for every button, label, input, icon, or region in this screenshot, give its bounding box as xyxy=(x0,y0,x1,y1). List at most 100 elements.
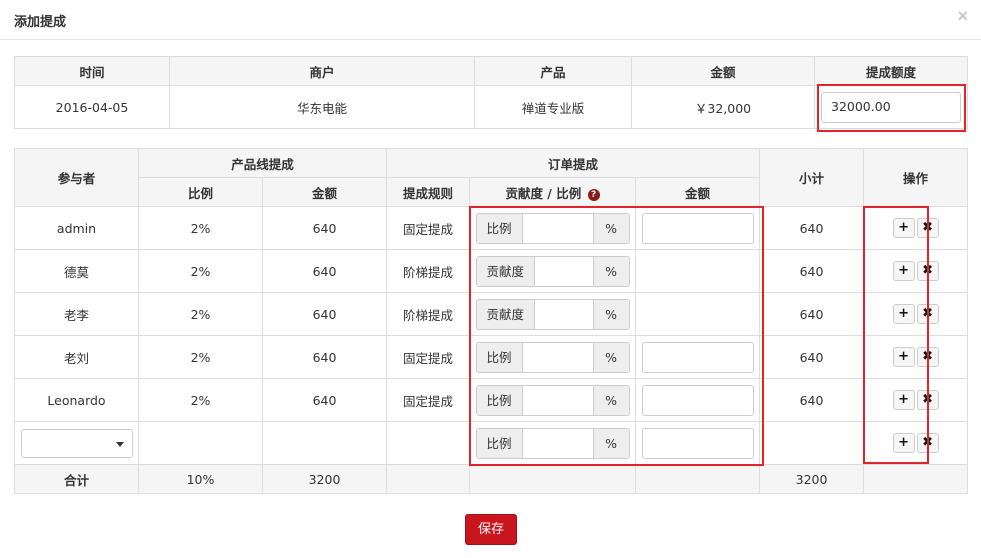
total-empty xyxy=(386,464,471,494)
help-icon[interactable]: ? xyxy=(587,188,600,201)
participant-name: admin xyxy=(14,206,139,250)
participant-select[interactable] xyxy=(20,428,133,458)
subtotal: 640 xyxy=(759,249,865,293)
header-order-amount: 金额 xyxy=(635,177,761,207)
header-subtotal: 小计 xyxy=(759,148,865,207)
line-amount: 640 xyxy=(261,378,388,422)
merchant-name: 华东电能 xyxy=(169,85,475,129)
actions-cell: + ✖ xyxy=(863,292,969,336)
ratio-input[interactable] xyxy=(522,428,593,458)
header-time: 时间 xyxy=(14,56,170,86)
amount-cell xyxy=(635,421,761,465)
contribution-input-group[interactable]: 贡献度 % xyxy=(475,298,630,330)
table-row: 老刘 2% 640 固定提成 比例 % 640 + ✖ xyxy=(14,335,969,379)
commission-table: 参与者 产品线提成 订单提成 小计 操作 比例 金额 提成规则 贡献度 / 比例… xyxy=(14,148,969,494)
line-amount xyxy=(261,421,388,465)
percent-addon: % xyxy=(592,256,629,286)
header-amount: 金额 xyxy=(631,56,815,86)
add-icon[interactable]: + xyxy=(892,304,915,324)
total-row: 合计 10% 3200 3200 xyxy=(14,464,969,494)
commission-rule: 固定提成 xyxy=(386,335,471,379)
line-ratio: 2% xyxy=(138,378,263,422)
add-icon[interactable]: + xyxy=(892,218,915,238)
amount-input[interactable] xyxy=(641,427,754,459)
ratio-input-group[interactable]: 比例 % xyxy=(475,427,630,459)
ratio-addon: 比例 xyxy=(476,385,523,415)
contribution-input-group[interactable]: 贡献度 % xyxy=(475,255,630,287)
add-icon[interactable]: + xyxy=(892,390,915,410)
actions-cell: + ✖ xyxy=(863,378,969,422)
ratio-cell: 比例 % xyxy=(469,206,637,250)
ratio-input-group[interactable]: 比例 % xyxy=(475,341,630,373)
header-merchant: 商户 xyxy=(169,56,475,86)
header-product-line: 产品线提成 xyxy=(137,148,388,178)
commission-quota-input[interactable]: 32000.00 xyxy=(821,91,961,123)
add-icon[interactable]: + xyxy=(892,433,915,453)
save-button[interactable]: 保存 xyxy=(465,514,517,545)
header-commission-quota: 提成额度 xyxy=(814,56,968,86)
ratio-input-group[interactable]: 比例 % xyxy=(475,212,630,244)
header-participant: 参与者 xyxy=(14,148,139,207)
amount-cell xyxy=(635,249,761,293)
amount-cell xyxy=(635,378,761,422)
ratio-addon: 比例 xyxy=(476,428,523,458)
contribution-input[interactable] xyxy=(535,299,593,329)
commission-rule xyxy=(386,421,471,465)
remove-icon[interactable]: ✖ xyxy=(916,304,939,324)
remove-icon[interactable]: ✖ xyxy=(916,390,939,410)
amount-cell xyxy=(635,335,761,379)
remove-icon[interactable]: ✖ xyxy=(916,261,939,281)
add-icon[interactable]: + xyxy=(892,261,915,281)
remove-icon[interactable]: ✖ xyxy=(916,433,939,453)
ratio-addon: 比例 xyxy=(476,213,523,243)
line-ratio: 2% xyxy=(138,206,263,250)
percent-addon: % xyxy=(592,299,629,329)
ratio-input[interactable] xyxy=(522,385,593,415)
product-name: 禅道专业版 xyxy=(474,85,632,129)
contribution-input[interactable] xyxy=(535,256,593,286)
actions-cell: + ✖ xyxy=(863,249,969,293)
modal-title: 添加提成 xyxy=(14,15,67,30)
percent-addon: % xyxy=(592,342,629,372)
table-row: 德莫 2% 640 阶梯提成 贡献度 % 640 + ✖ xyxy=(14,249,969,293)
commission-rule: 阶梯提成 xyxy=(386,292,471,336)
commission-quota-cell: 32000.00 xyxy=(814,85,968,129)
subtotal: 640 xyxy=(759,335,865,379)
ratio-cell: 比例 % xyxy=(469,421,637,465)
total-ratio: 10% xyxy=(138,464,263,494)
total-empty xyxy=(469,464,637,494)
ratio-input-group[interactable]: 比例 % xyxy=(475,384,630,416)
amount-input[interactable] xyxy=(641,384,754,416)
total-empty xyxy=(635,464,761,494)
contribution-addon: 贡献度 xyxy=(476,299,536,329)
total-amount: 3200 xyxy=(261,464,388,494)
line-amount: 640 xyxy=(261,249,388,293)
add-icon[interactable]: + xyxy=(892,347,915,367)
actions-cell: + ✖ xyxy=(863,335,969,379)
participant-name: 老刘 xyxy=(14,335,139,379)
contribution-ratio-label: 贡献度 / 比例 xyxy=(505,185,582,201)
subtotal: 640 xyxy=(759,292,865,336)
commission-rule: 固定提成 xyxy=(386,378,471,422)
amount-cell xyxy=(635,206,761,250)
table-row: 老李 2% 640 阶梯提成 贡献度 % 640 + ✖ xyxy=(14,292,969,336)
remove-icon[interactable]: ✖ xyxy=(916,347,939,367)
ratio-cell: 比例 % xyxy=(469,378,637,422)
commission-rule: 固定提成 xyxy=(386,206,471,250)
amount-input[interactable] xyxy=(641,341,754,373)
commission-rule: 阶梯提成 xyxy=(386,249,471,293)
percent-addon: % xyxy=(592,385,629,415)
remove-icon[interactable]: ✖ xyxy=(916,218,939,238)
ratio-input[interactable] xyxy=(522,213,593,243)
subtotal xyxy=(759,421,865,465)
ratio-input[interactable] xyxy=(522,342,593,372)
table-row: admin 2% 640 固定提成 比例 % 640 + ✖ xyxy=(14,206,969,250)
percent-addon: % xyxy=(592,428,629,458)
header-line-amount: 金额 xyxy=(261,177,388,207)
close-icon[interactable]: × xyxy=(957,6,968,27)
amount-input[interactable] xyxy=(641,212,754,244)
header-product: 产品 xyxy=(474,56,632,86)
ratio-cell: 比例 % xyxy=(469,335,637,379)
line-ratio: 2% xyxy=(138,249,263,293)
new-participant-row: 比例 % + ✖ xyxy=(14,421,969,465)
